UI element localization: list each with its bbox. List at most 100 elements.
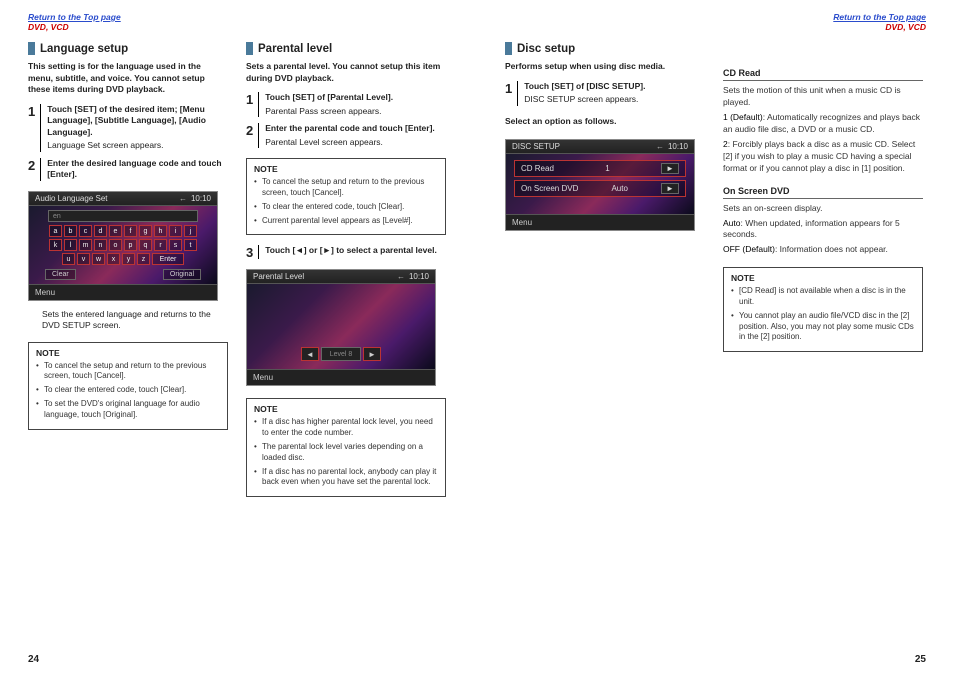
header-left: Return to the Top page DVD, VCD <box>28 12 449 32</box>
screenshot-audio-language-set: Audio Language Set 10:10 en abcdefghijkl… <box>28 191 218 301</box>
note-box-parental-2: NOTE If a disc has higher parental lock … <box>246 398 446 497</box>
key-m[interactable]: m <box>79 239 92 251</box>
step-cmd: Touch [SET] of [DISC SETUP]. <box>524 81 705 92</box>
back-icon: 10:10 <box>656 142 688 151</box>
note-box-lang: NOTE To cancel the setup and return to t… <box>28 342 228 430</box>
key-q[interactable]: q <box>139 239 152 251</box>
step-number: 2 <box>246 123 259 148</box>
title-parental-level: Parental level <box>246 42 446 55</box>
step-result: Parental Level screen appears. <box>265 137 446 148</box>
note-box-disc: NOTE [CD Read] is not available when a d… <box>723 267 923 352</box>
row-label: On Screen DVD <box>521 184 578 193</box>
key-j[interactable]: j <box>184 225 197 237</box>
key-w[interactable]: w <box>92 253 105 265</box>
subhead-on-screen-dvd: On Screen DVD <box>723 186 923 199</box>
note-item: If a disc has no parental lock, anybody … <box>254 467 438 489</box>
page-spread: Return to the Top page DVD, VCD Language… <box>0 0 954 677</box>
key-k[interactable]: k <box>49 239 62 251</box>
note-item: Current parental level appears as [Level… <box>254 216 438 227</box>
level-next-button[interactable]: ► <box>363 347 381 361</box>
key-i[interactable]: i <box>169 225 182 237</box>
key-a[interactable]: a <box>49 225 62 237</box>
key-g[interactable]: g <box>139 225 152 237</box>
key-x[interactable]: x <box>107 253 120 265</box>
enter-button[interactable]: Enter <box>152 253 184 265</box>
level-prev-button[interactable]: ◄ <box>301 347 319 361</box>
section-path: DVD, VCD <box>885 22 926 32</box>
note-item: To clear the entered code, touch [Clear]… <box>36 385 220 396</box>
col-parental-level: Parental level Sets a parental level. Yo… <box>246 38 446 657</box>
key-l[interactable]: l <box>64 239 77 251</box>
step-cmd: Enter the desired language code and touc… <box>47 158 228 181</box>
note-title: NOTE <box>254 164 438 174</box>
menu-button[interactable]: Menu <box>247 369 435 385</box>
col-disc-options: CD Read Sets the motion of this unit whe… <box>723 38 923 657</box>
row-value: Auto <box>611 184 627 193</box>
disc-row-on-screen-dvd[interactable]: On Screen DVD Auto ► <box>514 180 686 197</box>
select-option-text: Select an option as follows. <box>505 116 705 127</box>
note-item: You cannot play an audio file/VCD disc i… <box>731 311 915 343</box>
screenshot-disc-setup: DISC SETUP 10:10 CD Read 1 ► On Screen D… <box>505 139 695 231</box>
level-value: Level 8 <box>321 347 361 361</box>
caption-1: Sets the entered language and returns to… <box>42 309 228 332</box>
note-item: To cancel the setup and return to the pr… <box>254 177 438 199</box>
step-cmd: Touch [SET] of the desired item; [Menu L… <box>47 104 228 138</box>
menu-button[interactable]: Menu <box>29 284 217 300</box>
step-cmd: Touch [◄] or [►] to select a parental le… <box>265 245 446 256</box>
step-number: 2 <box>28 158 41 181</box>
note-title: NOTE <box>36 348 220 358</box>
back-icon: 10:10 <box>179 194 211 203</box>
key-f[interactable]: f <box>124 225 137 237</box>
note-item: [CD Read] is not available when a disc i… <box>731 286 915 308</box>
step-number: 1 <box>246 92 259 117</box>
step-number: 3 <box>246 245 259 259</box>
key-t[interactable]: t <box>184 239 197 251</box>
key-z[interactable]: z <box>137 253 150 265</box>
lead-parental: Sets a parental level. You cannot setup … <box>246 61 446 84</box>
page-number: 25 <box>915 654 926 665</box>
key-n[interactable]: n <box>94 239 107 251</box>
arrow-right-icon[interactable]: ► <box>661 163 679 174</box>
lead-disc: Performs setup when using disc media. <box>505 61 705 72</box>
key-y[interactable]: y <box>122 253 135 265</box>
col-language-setup: Language setup This setting is for the l… <box>28 38 228 657</box>
key-u[interactable]: u <box>62 253 75 265</box>
step-result: Language Set screen appears. <box>47 140 228 151</box>
page-24: Return to the Top page DVD, VCD Language… <box>0 0 477 677</box>
key-s[interactable]: s <box>169 239 182 251</box>
col-disc-setup: Disc setup Performs setup when using dis… <box>505 38 705 657</box>
note-title: NOTE <box>254 404 438 414</box>
key-v[interactable]: v <box>77 253 90 265</box>
keyboard[interactable]: abcdefghij klmnopqrst uvwxyzEnter <box>35 225 211 267</box>
step-1: 1 Touch [SET] of the desired item; [Menu… <box>28 104 228 152</box>
step-cmd: Touch [SET] of [Parental Level]. <box>265 92 446 103</box>
key-r[interactable]: r <box>154 239 167 251</box>
header-right: Return to the Top page DVD, VCD <box>505 12 926 32</box>
title-language-setup: Language setup <box>28 42 228 55</box>
disc-row-cd-read[interactable]: CD Read 1 ► <box>514 160 686 177</box>
section-path: DVD, VCD <box>28 22 69 32</box>
row-label: CD Read <box>521 164 554 173</box>
menu-button[interactable]: Menu <box>506 214 694 230</box>
right-columns: Disc setup Performs setup when using dis… <box>505 38 926 657</box>
key-d[interactable]: d <box>94 225 107 237</box>
note-box-parental-1: NOTE To cancel the setup and return to t… <box>246 158 446 235</box>
key-c[interactable]: c <box>79 225 92 237</box>
key-h[interactable]: h <box>154 225 167 237</box>
key-e[interactable]: e <box>109 225 122 237</box>
step-result: Parental Pass screen appears. <box>265 106 446 117</box>
arrow-right-icon[interactable]: ► <box>661 183 679 194</box>
language-code-input[interactable]: en <box>48 210 198 222</box>
original-button[interactable]: Original <box>163 269 201 280</box>
return-top-link[interactable]: Return to the Top page <box>505 12 926 22</box>
key-o[interactable]: o <box>109 239 122 251</box>
page-25: Return to the Top page DVD, VCD Disc set… <box>477 0 954 677</box>
key-b[interactable]: b <box>64 225 77 237</box>
step-result: DISC SETUP screen appears. <box>524 94 705 105</box>
clear-button[interactable]: Clear <box>45 269 76 280</box>
lead-language: This setting is for the language used in… <box>28 61 228 95</box>
title-disc-setup: Disc setup <box>505 42 705 55</box>
return-top-link[interactable]: Return to the Top page <box>28 12 449 22</box>
key-p[interactable]: p <box>124 239 137 251</box>
step-number: 1 <box>505 81 518 106</box>
